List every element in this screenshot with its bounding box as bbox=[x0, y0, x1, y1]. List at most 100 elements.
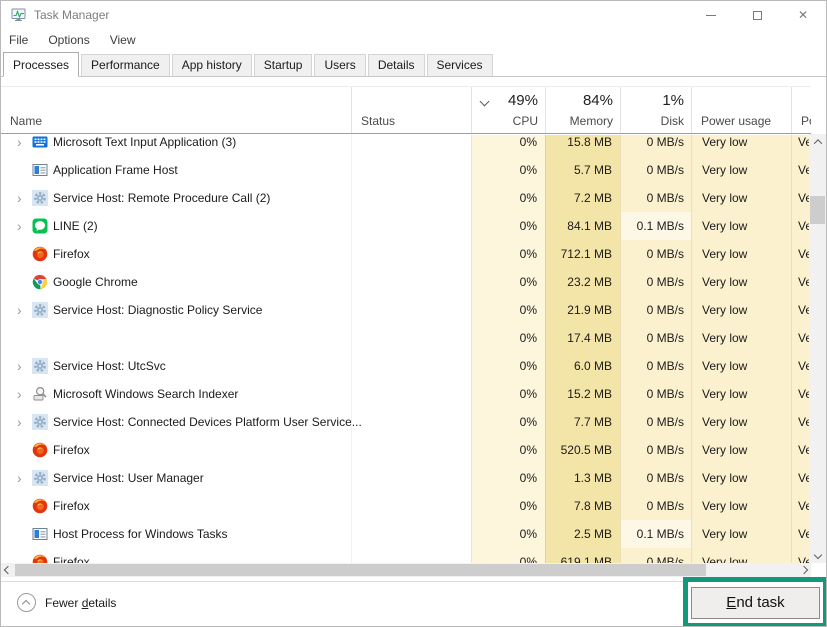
expand-chevron-icon[interactable]: › bbox=[17, 212, 31, 240]
table-row[interactable]: ›Service Host: Connected Devices Platfor… bbox=[1, 408, 811, 436]
close-icon: ✕ bbox=[798, 9, 808, 21]
column-header-memory[interactable]: 84% Memory bbox=[545, 87, 620, 133]
table-row[interactable]: ›Service Host: UtcSvc0%6.0 MB0 MB/sVery … bbox=[1, 352, 811, 380]
cell-memory: 7.7 MB bbox=[545, 408, 620, 436]
cell-power-usage-trend: Ve bbox=[791, 492, 811, 520]
table-row[interactable]: Host Process for Windows Tasks0%2.5 MB0.… bbox=[1, 520, 811, 548]
horizontal-scrollbar-thumb[interactable] bbox=[15, 564, 706, 576]
table-row[interactable]: ›Microsoft Text Input Application (3)0%1… bbox=[1, 135, 811, 156]
cell-memory: 1.3 MB bbox=[545, 464, 620, 492]
cpu-total-usage: 49% bbox=[508, 92, 538, 109]
cell-disk: 0 MB/s bbox=[620, 464, 691, 492]
process-name: Google Chrome bbox=[53, 268, 138, 296]
tab-details[interactable]: Details bbox=[368, 54, 425, 77]
menu-bar: File Options View bbox=[1, 29, 826, 51]
cell-disk: 0 MB/s bbox=[620, 296, 691, 324]
column-header-status[interactable]: Status bbox=[351, 87, 471, 133]
close-button[interactable]: ✕ bbox=[780, 1, 826, 29]
table-row[interactable]: Application Frame Host0%5.7 MB0 MB/sVery… bbox=[1, 156, 811, 184]
cell-name: Firefox bbox=[1, 240, 351, 268]
cell-status bbox=[351, 464, 471, 492]
cell-power-usage: Very low bbox=[691, 548, 791, 563]
cell-power-usage: Very low bbox=[691, 464, 791, 492]
tab-app-history[interactable]: App history bbox=[172, 54, 252, 77]
process-name: Firefox bbox=[53, 492, 90, 520]
cell-cpu: 0% bbox=[471, 135, 545, 156]
process-name: Service Host: User Manager bbox=[53, 464, 204, 492]
scroll-left-button[interactable] bbox=[1, 563, 15, 577]
table-row[interactable]: Google Chrome0%23.2 MB0 MB/sVery lowVe bbox=[1, 268, 811, 296]
expand-chevron-icon[interactable]: › bbox=[17, 408, 31, 436]
expand-chevron-icon[interactable]: › bbox=[17, 296, 31, 324]
scroll-down-button[interactable] bbox=[809, 547, 826, 563]
cell-disk: 0.1 MB/s bbox=[620, 212, 691, 240]
expand-chevron-icon[interactable]: › bbox=[17, 184, 31, 212]
cell-status bbox=[351, 380, 471, 408]
cell-name: › Microsoft Windows Search Indexer bbox=[1, 380, 351, 408]
gear-icon bbox=[32, 414, 48, 430]
table-row[interactable]: 0%17.4 MB0 MB/sVery lowVe bbox=[1, 324, 811, 352]
cell-disk: 0 MB/s bbox=[620, 548, 691, 563]
cell-cpu: 0% bbox=[471, 464, 545, 492]
firefox-icon bbox=[32, 498, 48, 514]
table-row[interactable]: Firefox0%520.5 MB0 MB/sVery lowVe bbox=[1, 436, 811, 464]
expand-chevron-icon[interactable]: › bbox=[17, 464, 31, 492]
minimize-button[interactable] bbox=[688, 1, 734, 29]
menu-options[interactable]: Options bbox=[48, 31, 96, 49]
tab-startup[interactable]: Startup bbox=[254, 54, 313, 77]
table-row[interactable]: › Service Host: User Manager 0%1.3 MB0 MB/… bbox=[1, 464, 811, 492]
process-name: Microsoft Windows Search Indexer bbox=[53, 380, 238, 408]
cell-power-usage: Very low bbox=[691, 184, 791, 212]
table-row[interactable]: Firefox0%712.1 MB0 MB/sVery lowVe bbox=[1, 240, 811, 268]
column-header-power-usage[interactable]: Power usage bbox=[691, 87, 791, 133]
expand-chevron-icon[interactable]: › bbox=[17, 352, 31, 380]
column-header-power-usage-trend[interactable]: Powe bbox=[791, 87, 811, 133]
cell-name: Google Chrome bbox=[1, 268, 351, 296]
table-row[interactable]: Firefox0%7.8 MB0 MB/sVery lowVe bbox=[1, 492, 811, 520]
cell-disk: 0 MB/s bbox=[620, 436, 691, 464]
vertical-scrollbar[interactable] bbox=[809, 134, 826, 563]
cell-memory: 520.5 MB bbox=[545, 436, 620, 464]
cell-status bbox=[351, 492, 471, 520]
firefox-icon bbox=[32, 246, 48, 262]
cell-cpu: 0% bbox=[471, 408, 545, 436]
scroll-up-icon bbox=[813, 139, 821, 147]
horizontal-scrollbar[interactable] bbox=[1, 563, 811, 577]
cell-power-usage-trend: Ve bbox=[791, 324, 811, 352]
scroll-up-button[interactable] bbox=[809, 134, 826, 150]
cell-memory: 2.5 MB bbox=[545, 520, 620, 548]
cell-power-usage-trend: Ve bbox=[791, 296, 811, 324]
cell-memory: 6.0 MB bbox=[545, 352, 620, 380]
cell-power-usage-trend: Ve bbox=[791, 408, 811, 436]
column-header-cpu[interactable]: 49% CPU bbox=[471, 87, 545, 133]
scroll-right-button[interactable] bbox=[797, 563, 811, 577]
column-header-disk[interactable]: 1% Disk bbox=[620, 87, 691, 133]
tab-services[interactable]: Services bbox=[427, 54, 493, 77]
scroll-down-icon bbox=[813, 551, 821, 559]
vertical-scrollbar-thumb[interactable] bbox=[810, 196, 825, 224]
maximize-button[interactable] bbox=[734, 1, 780, 29]
sort-descending-icon bbox=[480, 97, 490, 107]
cell-status bbox=[351, 324, 471, 352]
menu-view[interactable]: View bbox=[110, 31, 143, 49]
column-header-name[interactable]: Name bbox=[1, 87, 351, 133]
table-row[interactable]: ›Microsoft Windows Search Indexer0%15.2 … bbox=[1, 380, 811, 408]
cell-power-usage-trend: Ve bbox=[791, 212, 811, 240]
end-task-button[interactable]: End task bbox=[691, 587, 820, 619]
expand-chevron-icon[interactable]: › bbox=[17, 380, 31, 408]
tab-performance[interactable]: Performance bbox=[81, 54, 170, 77]
fewer-details-button[interactable]: Fewer details bbox=[17, 593, 116, 612]
tab-processes[interactable]: Processes bbox=[3, 52, 79, 77]
menu-file[interactable]: File bbox=[9, 31, 35, 49]
cell-name: › Service Host: User Manager bbox=[1, 464, 351, 492]
table-row[interactable]: Firefox0%619.1 MB0 MB/sVery lowVe bbox=[1, 548, 811, 563]
tab-users[interactable]: Users bbox=[314, 54, 365, 77]
chrome-icon bbox=[32, 274, 48, 290]
table-row[interactable]: ›Service Host: Diagnostic Policy Service… bbox=[1, 296, 811, 324]
table-row[interactable]: ›Service Host: Remote Procedure Call (2)… bbox=[1, 184, 811, 212]
gear-icon bbox=[32, 190, 48, 206]
expand-chevron-icon[interactable]: › bbox=[17, 135, 31, 156]
line-chat-icon bbox=[32, 218, 48, 234]
table-row[interactable]: ›LINE (2)0%84.1 MB0.1 MB/sVery lowVe bbox=[1, 212, 811, 240]
cell-name: ›LINE (2) bbox=[1, 212, 351, 240]
